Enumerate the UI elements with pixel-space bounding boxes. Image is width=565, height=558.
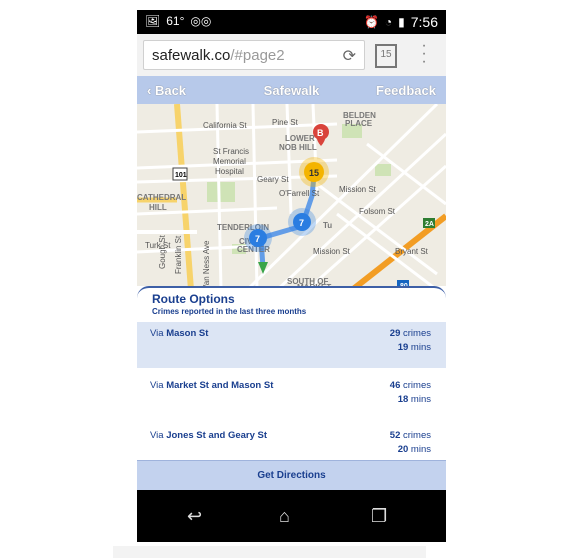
map-label-mission-st-east: Mission St — [339, 185, 377, 194]
destination-pin-label: B — [317, 128, 324, 138]
alarm-icon: ⏰ — [363, 15, 379, 29]
image-notification-icon: 🖼 — [145, 14, 161, 28]
route-via-prefix: Via — [150, 380, 167, 391]
temperature-text: 61° — [166, 14, 185, 28]
tabs-count: 15 — [380, 49, 392, 60]
route-duration-unit: mins — [408, 394, 431, 405]
cluster-marker-15-label: 15 — [309, 168, 319, 178]
home-nav-icon[interactable]: ⌂ — [279, 506, 290, 527]
clock-text: 7:56 — [410, 14, 438, 30]
status-bar: 🖼 61° ◎◎ ⏰ ◔ ▮ 7:56 — [137, 10, 446, 34]
map-label-folsom-st: Folsom St — [359, 207, 396, 216]
map-label-bryant-st: Bryant St — [395, 247, 429, 256]
shadow-strip — [113, 546, 426, 558]
reload-icon[interactable]: ⟳ — [343, 46, 356, 66]
route-duration-unit: mins — [408, 444, 431, 455]
route-duration-unit: mins — [408, 342, 431, 353]
voicemail-icon: ◎◎ — [190, 14, 212, 28]
route-options-title: Route Options — [152, 292, 235, 306]
route-crime-unit: crimes — [400, 328, 431, 339]
route-options-subtitle: Crimes reported in the last three months — [152, 307, 307, 316]
map-label-gough-st: Gough St — [158, 234, 167, 269]
route-crime-count: 46 — [389, 380, 401, 391]
route-options-panel: Route Options Crimes reported in the las… — [137, 286, 446, 460]
route-options-header: Route Options Crimes reported in the las… — [137, 286, 446, 324]
highway-101-label: 101 — [175, 172, 187, 179]
highway-2a-label: 2A — [425, 221, 434, 228]
map-label-geary-st: Geary St — [257, 175, 289, 184]
map-label-franklin-st: Franklin St — [174, 235, 183, 274]
cluster-marker-7a-label: 7 — [255, 234, 260, 244]
map-label-mission-st: Mission St — [313, 247, 351, 256]
map-label-cathedral: CATHEDRAL — [137, 193, 186, 202]
battery-icon: ▮ — [398, 15, 405, 29]
map-label-memorial: Memorial — [213, 157, 246, 166]
phone-screen: 🖼 61° ◎◎ ⏰ ◔ ▮ 7:56 safewalk.co/#page2 ⟳… — [137, 10, 446, 542]
overflow-menu-icon[interactable]: · · · — [421, 38, 427, 70]
wifi-icon: ◔ — [384, 15, 393, 29]
map-label-hill: HILL — [149, 203, 167, 212]
map-label-pine-st: Pine St — [272, 118, 299, 127]
browser-toolbar: safewalk.co/#page2 ⟳ 15 · · · — [137, 34, 446, 77]
map-label-st-francis: St Francis — [213, 147, 249, 156]
map-label-lower: LOWER — [285, 134, 315, 143]
tabs-button[interactable]: 15 — [375, 44, 397, 68]
route-duration: 18 — [397, 394, 409, 405]
map-label-hospital: Hospital — [215, 167, 244, 176]
route-duration: 19 — [397, 342, 409, 353]
route-map[interactable]: California St Pine St LOWER NOB HILL BEL… — [137, 104, 446, 290]
feedback-button[interactable]: Feedback — [376, 83, 436, 98]
map-label-place: PLACE — [345, 119, 373, 128]
url-host: safewalk.co — [152, 47, 231, 64]
app-header: ‹ Back Safewalk Feedback — [137, 76, 446, 104]
url-field[interactable]: safewalk.co/#page2 ⟳ — [143, 40, 365, 70]
recent-apps-icon[interactable]: ❐ — [371, 506, 387, 527]
route-crime-unit: crimes — [400, 430, 431, 441]
system-nav-bar: ↩ ⌂ ❐ — [137, 490, 446, 542]
map-label-tu: Tu — [323, 221, 332, 230]
route-via-prefix: Via — [150, 430, 167, 441]
route-duration: 20 — [397, 444, 409, 455]
cluster-marker-7b-label: 7 — [299, 218, 304, 228]
route-crime-count: 52 — [389, 430, 401, 441]
map-label-california-st: California St — [203, 121, 247, 130]
url-path: /#page2 — [230, 47, 285, 64]
back-nav-icon[interactable]: ↩ — [187, 506, 202, 527]
route-crime-count: 29 — [389, 328, 401, 339]
route-crime-unit: crimes — [400, 380, 431, 391]
map-label-ofarrell-st: O'Farrell St — [279, 189, 320, 198]
route-via-name: Mason St — [166, 328, 209, 339]
get-directions-button[interactable]: Get Directions — [137, 460, 446, 491]
map-label-nob-hill: NOB HILL — [279, 143, 317, 152]
route-option-2[interactable]: Via Market St and Mason St 46 crimes 18 … — [137, 374, 446, 420]
route-via-name: Market St and Mason St — [166, 380, 274, 391]
route-via-name: Jones St and Geary St — [166, 430, 268, 441]
route-via-prefix: Via — [150, 328, 167, 339]
route-option-1[interactable]: Via Mason St 29 crimes 19 mins — [137, 322, 446, 368]
map-label-van-ness-ave: Van Ness Ave — [202, 240, 211, 290]
map-canvas: California St Pine St LOWER NOB HILL BEL… — [137, 104, 446, 290]
